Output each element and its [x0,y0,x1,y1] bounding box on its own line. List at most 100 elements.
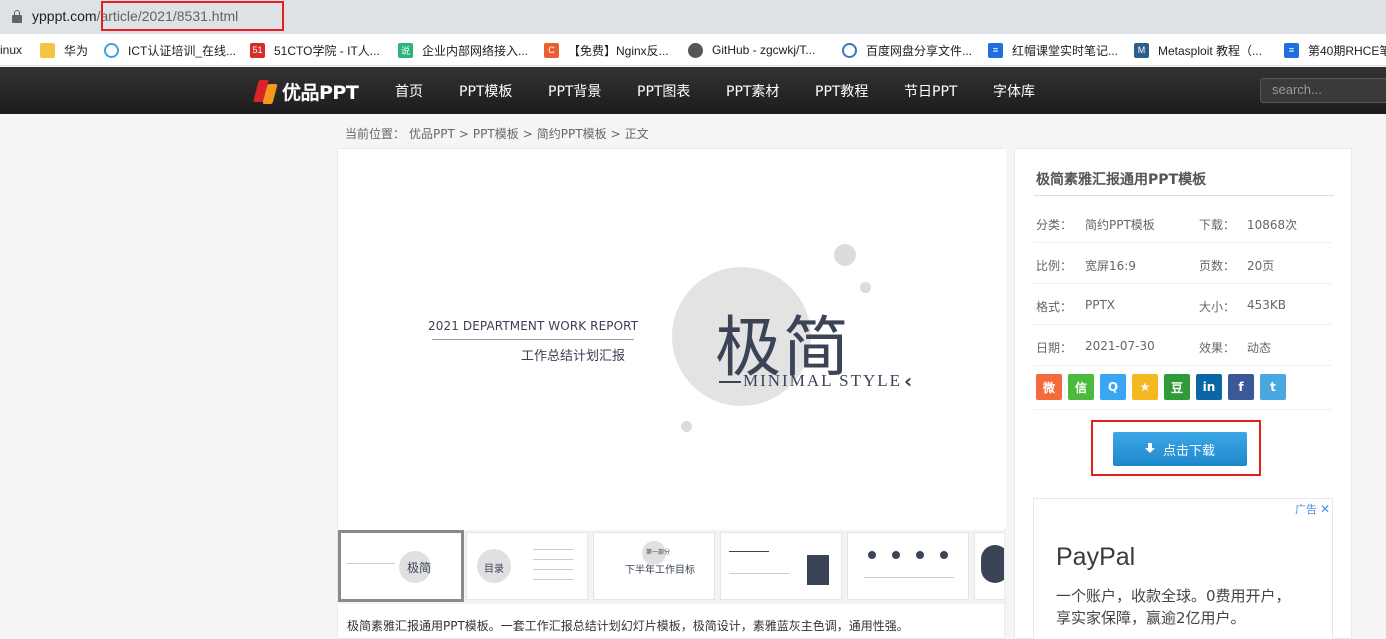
ict-icon [104,42,119,58]
ad-brand: PayPal [1056,543,1136,571]
slide-preview[interactable]: 2021 DEPARTMENT WORK REPORT 工作总结计划汇报 极简 … [338,149,1006,529]
search-input[interactable]: search... [1260,78,1386,103]
thumb-line [533,579,573,580]
qzone-icon[interactable]: ★ [1132,374,1158,400]
meta-value: 动态 [1247,341,1272,355]
thumb-line [729,551,769,552]
meta-row: 分类： 简约PPT模板 下载： 10868次 [1034,202,1332,243]
ad-label: 广告 [1294,503,1317,516]
ad-tag[interactable]: 广告 ✕ [1295,501,1330,517]
address-bar[interactable]: ypppt.com/article/2021/8531.html [0,0,1386,34]
thumbnail-6[interactable] [974,532,1004,600]
close-icon[interactable]: ✕ [1320,502,1330,516]
nav-fonts[interactable]: 字体库 [993,81,1035,101]
meta-value: 20页 [1247,259,1275,273]
nav-ppt-materials[interactable]: PPT素材 [726,81,779,101]
bookmark-item[interactable]: inux [0,41,22,59]
nav-ppt-templates[interactable]: PPT模板 [459,81,512,101]
thumbnail-5[interactable] [847,532,969,600]
bookmark-item[interactable]: ≡ 红帽课堂实时笔记... [988,41,1118,59]
thumb-line [729,573,789,574]
twitter-icon[interactable]: t [1260,374,1286,400]
thumb-line [347,563,395,564]
meta-key: 分类： [1036,218,1073,232]
nav-home[interactable]: 首页 [395,81,423,101]
thumbnail-strip: 极简 目录 第一部分 下半年工作目标 [338,530,1004,604]
breadcrumb-link[interactable]: PPT模板 [473,127,519,141]
breadcrumb: 当前位置： 优品PPT > PPT模板 > 简约PPT模板 > 正文 [345,125,653,142]
share-bar: 微 信 Q ★ 豆 in f t [1036,374,1292,400]
site-logo[interactable]: 优品PPT [253,77,359,105]
ad-text: 享实家保障，赢逾2亿用户。 [1056,609,1246,627]
meta-key: 日期： [1036,341,1073,355]
qq-icon[interactable]: Q [1100,374,1126,400]
thumb-block [807,555,829,585]
breadcrumb-label: 当前位置： [345,127,406,141]
thumb-circle [892,551,900,559]
meta-value: 宽屏16:9 [1085,259,1136,273]
thumb-circle [868,551,876,559]
ad-banner[interactable]: 广告 ✕ PayPal 一个账户，收款全球。0费用开户， 享实家保障，赢逾2亿用户… [1033,498,1333,639]
bookmark-item[interactable]: 百度网盘分享文件... [842,41,972,59]
facebook-icon[interactable]: f [1228,374,1254,400]
thumbnail-2[interactable]: 目录 [466,532,588,600]
bookmark-item[interactable]: GitHub - zgcwkj/T... [688,41,815,59]
slide-dot [681,421,692,432]
meta-value: 453KB [1247,298,1287,312]
breadcrumb-separator: > [610,127,621,141]
csdn-icon: C [544,42,559,58]
bookmark-item[interactable]: M Metasploit 教程（... [1134,41,1262,59]
bookmark-item[interactable]: ≡ 第40期RHCE笔 [1284,41,1386,59]
thumb-line [864,577,954,578]
meta-row: 比例： 宽屏16:9 页数： 20页 [1034,243,1332,284]
download-label: 点击下载 [1162,443,1215,459]
slide-divider [432,339,634,340]
meta-value[interactable]: 简约PPT模板 [1085,216,1155,233]
thumb-line [533,569,573,570]
nav-ppt-charts[interactable]: PPT图表 [637,81,690,101]
thumb-circle [940,551,948,559]
thumb-text: 第一部分 [646,549,671,556]
bookmark-item[interactable]: 51 51CTO学院 - IT人... [250,41,380,59]
chevron-left-icon: ‹ [904,369,913,393]
thumb-line [533,549,573,550]
bookmark-item[interactable]: 说企业内部网络接入... [398,41,528,59]
thumbnail-1[interactable]: 极简 [338,530,464,602]
bookmark-item[interactable]: C 【免费】Nginx反... [544,41,669,59]
slide-style-text: MINIMAL STYLE [719,371,902,391]
weibo-icon[interactable]: 微 [1036,374,1062,400]
nav-ppt-tutorials[interactable]: PPT教程 [815,81,868,101]
download-button[interactable]: 点击下载 [1113,432,1247,466]
url-highlight-box [101,1,284,31]
thumb-text: 极简 [407,561,432,575]
thumbnail-3[interactable]: 第一部分 下半年工作目标 [593,532,715,600]
meta-value: 10868次 [1247,218,1298,232]
note-icon: ≡ [988,42,1003,58]
thumb-text: 下半年工作目标 [625,565,695,576]
meta-row: 日期： 2021-07-30 效果： 动态 [1034,325,1332,366]
nav-ppt-backgrounds[interactable]: PPT背景 [548,81,601,101]
bookmark-item[interactable]: ICT认证培训_在线... [104,41,236,59]
linkedin-icon[interactable]: in [1196,374,1222,400]
baidu-icon [842,42,857,58]
meta-key: 页数： [1199,259,1236,273]
slide-cn-title: 工作总结计划汇报 [521,349,626,364]
preview-card: 2021 DEPARTMENT WORK REPORT 工作总结计划汇报 极简 … [337,148,1006,639]
meta-row: 格式： PPTX 大小： 453KB [1034,284,1332,325]
wechat-icon[interactable]: 信 [1068,374,1094,400]
breadcrumb-separator: > [522,127,533,141]
bookmark-item[interactable]: 华为 [40,41,88,59]
meta-key: 效果： [1199,341,1236,355]
breadcrumb-link[interactable]: 优品PPT [409,127,455,141]
download-icon [1144,443,1155,455]
nav-holiday-ppt[interactable]: 节日PPT [904,81,957,101]
thumbnail-4[interactable] [720,532,842,600]
bulb-icon [981,545,1004,583]
share-divider [1034,409,1332,410]
slide-dot [834,244,856,266]
breadcrumb-link[interactable]: 简约PPT模板 [537,127,607,141]
douban-icon[interactable]: 豆 [1164,374,1190,400]
folder-icon [40,42,55,58]
thumb-text: 目录 [484,564,504,575]
meta-key: 比例： [1036,259,1073,273]
